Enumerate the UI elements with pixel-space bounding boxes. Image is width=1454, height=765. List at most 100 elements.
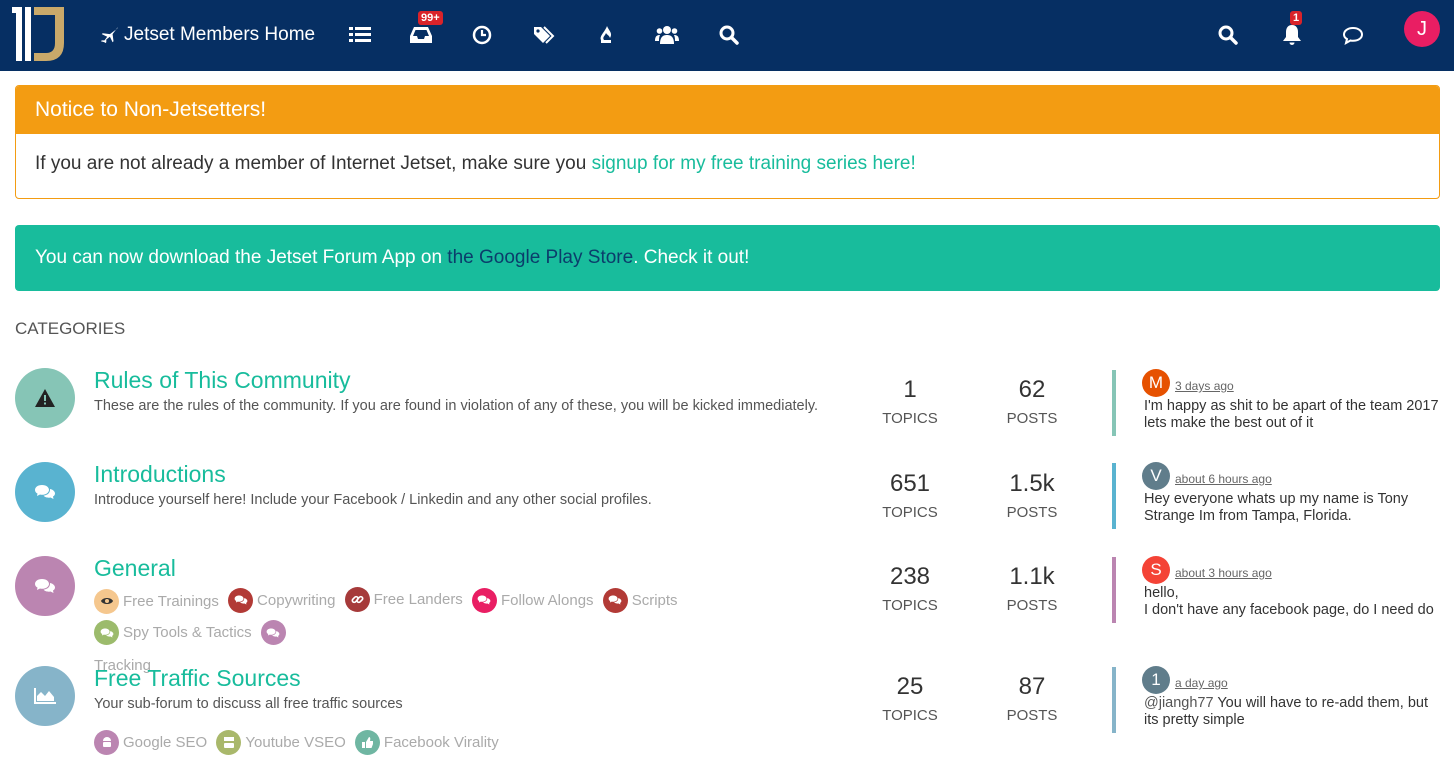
android-icon [94, 730, 119, 755]
post-excerpt[interactable]: hello, I don't have any facebook page, do… [1144, 585, 1442, 619]
notice-body: If you are not already a member of Inter… [16, 134, 1439, 175]
comments-icon [35, 485, 55, 499]
topics-label: TOPICS [882, 504, 938, 521]
notifications-count-badge: 1 [1290, 11, 1303, 25]
area-chart-icon [34, 688, 56, 704]
subcategory-name: Free Trainings [123, 592, 219, 610]
category-icon[interactable] [15, 368, 75, 428]
top-navbar: Jetset Members Home 99+ 1 J [0, 0, 1454, 71]
search-icon[interactable] [1215, 22, 1241, 48]
post-timestamp[interactable]: about 6 hours ago [1175, 472, 1272, 486]
posts-stat: 87 POSTS [987, 673, 1077, 724]
category-description: Your sub-forum to discuss all free traff… [94, 696, 403, 712]
notifications-bell-icon[interactable] [1279, 22, 1305, 48]
category-icon[interactable] [15, 462, 75, 522]
search-nav-icon[interactable] [716, 22, 742, 48]
topics-count: 651 [889, 470, 931, 497]
notice-text: If you are not already a member of Inter… [35, 153, 592, 174]
eye-icon [94, 588, 119, 614]
topics-count: 25 [896, 673, 924, 700]
subcategory-link[interactable]: Facebook Virality [354, 727, 499, 758]
subcategory-name: Facebook Virality [383, 734, 499, 751]
subcategory-link[interactable]: Free Trainings [94, 586, 219, 617]
plane-icon [100, 26, 118, 44]
recent-clock-icon[interactable] [469, 22, 495, 48]
post-excerpt[interactable]: @jiangh77 You will have to re-add them, … [1144, 695, 1442, 729]
site-logo[interactable] [12, 3, 66, 65]
post-excerpt[interactable]: Hey everyone whats up my name is Tony St… [1144, 491, 1442, 525]
chat-icon[interactable] [1340, 22, 1366, 48]
subcategory-name: Free Landers [373, 591, 463, 608]
categories-list-icon[interactable] [347, 22, 373, 48]
post-excerpt-line: hello, [1144, 585, 1179, 601]
comments-icon [471, 587, 497, 613]
categories-heading: CATEGORIES [15, 319, 126, 338]
category-description: These are the rules of the community. If… [94, 398, 819, 414]
subcategory-link[interactable]: Follow Alongs [471, 585, 594, 616]
comments-icon [228, 587, 254, 613]
latest-post-teaser: Sabout 3 hours ago hello, I don't have an… [1112, 556, 1442, 623]
poster-avatar[interactable]: 1 [1142, 666, 1170, 694]
user-mention[interactable]: @jiangh77 [1144, 695, 1214, 711]
link-icon [344, 587, 370, 612]
unread-count-badge: 99+ [418, 11, 443, 25]
poster-avatar[interactable]: V [1142, 462, 1170, 490]
post-timestamp[interactable]: 3 days ago [1175, 379, 1234, 393]
topics-label: TOPICS [882, 410, 938, 427]
post-timestamp[interactable]: about 3 hours ago [1175, 566, 1272, 580]
posts-label: POSTS [1006, 707, 1058, 724]
home-link[interactable]: Jetset Members Home [100, 22, 315, 48]
comments-icon [602, 587, 628, 613]
users-group-icon[interactable] [654, 22, 680, 48]
posts-count: 1.5k [1009, 470, 1055, 497]
subcategory-link[interactable]: Free Landers [344, 584, 463, 615]
subcategory-link[interactable]: Scripts [602, 585, 678, 616]
user-avatar[interactable]: J [1404, 11, 1440, 47]
category-icon[interactable] [15, 666, 75, 726]
subcategory-link[interactable]: Google SEO [94, 727, 207, 758]
topics-stat: 238 TOPICS [865, 563, 955, 614]
posts-label: POSTS [1006, 410, 1058, 427]
notice-title: Notice to Non-Jetsetters! [16, 86, 1439, 134]
tags-icon[interactable] [531, 22, 557, 48]
category-description: Introduce yourself here! Include your Fa… [94, 492, 652, 508]
posts-stat: 1.5k POSTS [987, 470, 1077, 521]
subcategory-link[interactable]: Copywriting [228, 585, 335, 616]
comments-icon [94, 620, 119, 645]
topics-count: 1 [903, 376, 917, 403]
topics-label: TOPICS [882, 707, 938, 724]
topics-stat: 25 TOPICS [865, 673, 955, 724]
latest-post-teaser: 1 a day ago @jiangh77 You will have to re… [1112, 666, 1442, 733]
topics-count: 238 [889, 563, 931, 590]
comments-icon [260, 620, 286, 645]
posts-count: 62 [1018, 376, 1046, 403]
post-excerpt[interactable]: I'm happy as shit to be apart of the tea… [1144, 398, 1442, 432]
subcategory-link[interactable] [260, 620, 290, 645]
poster-avatar[interactable]: M [1142, 369, 1170, 397]
category-title[interactable]: Rules of This Community [94, 367, 351, 394]
latest-post-teaser: Vabout 6 hours ago Hey everyone whats up… [1112, 462, 1442, 529]
subcategory-link[interactable]: Spy Tools & Tactics [94, 617, 252, 648]
google-play-link[interactable]: the Google Play Store [447, 247, 633, 269]
popular-fire-icon[interactable] [593, 22, 619, 48]
posts-stat: 62 POSTS [987, 376, 1077, 427]
subcategory-link[interactable]: Youtube VSEO [216, 727, 346, 758]
warning-icon [35, 389, 55, 407]
app-promo-banner: You can now download the Jetset Forum Ap… [15, 225, 1440, 291]
signup-link[interactable]: signup for my free training series here! [592, 153, 916, 174]
topics-stat: 1 TOPICS [865, 376, 955, 427]
category-title[interactable]: General [94, 555, 176, 582]
poster-avatar[interactable]: S [1142, 556, 1170, 584]
unread-inbox-icon[interactable] [408, 22, 434, 48]
post-timestamp[interactable]: a day ago [1175, 676, 1228, 690]
comments-icon [35, 579, 55, 593]
category-title[interactable]: Introductions [94, 461, 226, 488]
notice-panel: Notice to Non-Jetsetters! If you are not… [15, 85, 1440, 199]
promo-text-end: . Check it out! [633, 247, 750, 268]
subcategory-list: Google SEO Youtube VSEO Facebook Viralit… [94, 727, 834, 760]
subcategory-name: Youtube VSEO [245, 734, 346, 751]
subcategory-name: Spy Tools & Tactics [123, 624, 252, 641]
category-icon[interactable] [15, 556, 75, 616]
topics-label: TOPICS [882, 597, 938, 614]
category-title[interactable]: Free Traffic Sources [94, 665, 301, 692]
